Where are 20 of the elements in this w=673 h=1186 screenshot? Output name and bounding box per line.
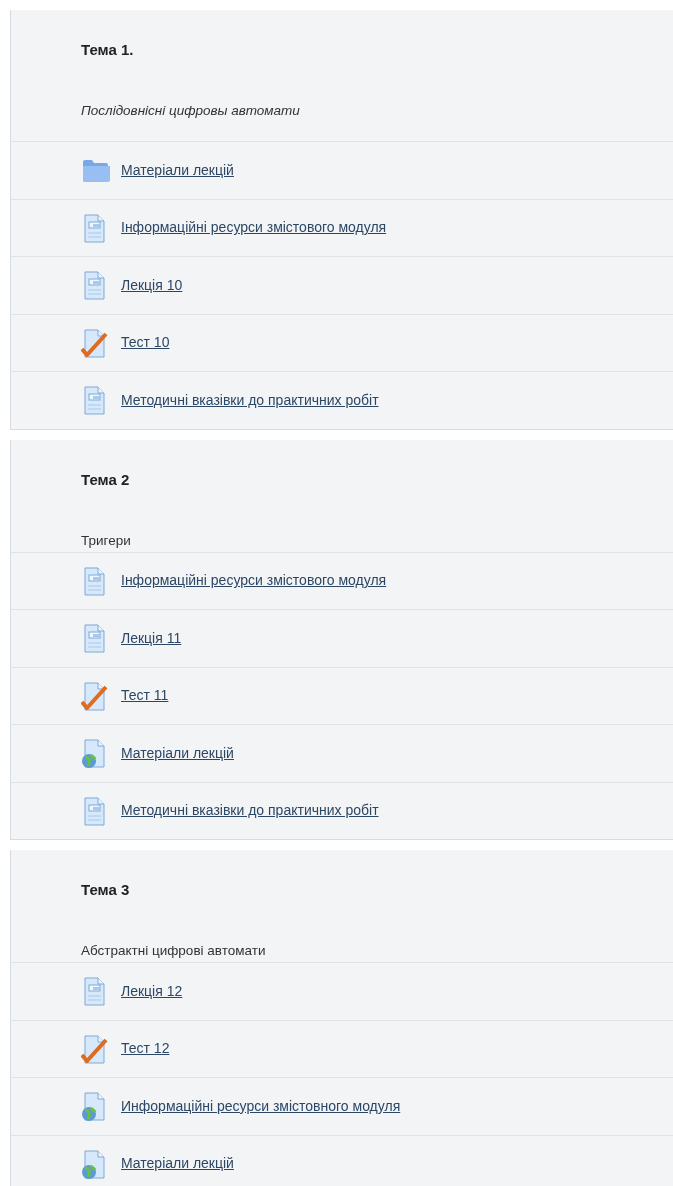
activity-link[interactable]: Лекція 11: [121, 627, 182, 649]
activity-link[interactable]: Лекція 12: [121, 980, 183, 1002]
activity-link[interactable]: Тест 10: [121, 332, 170, 354]
activity-link[interactable]: Матеріали лекцій: [121, 1153, 234, 1175]
activity-link[interactable]: Інформаційні ресурси змістового модуля: [121, 217, 387, 239]
activity-link[interactable]: Информаційні ресурси змістовного модуля: [121, 1095, 401, 1117]
section-title: Тема 1.: [81, 40, 134, 60]
section-summary: Тригери: [81, 531, 131, 549]
activity-link[interactable]: Лекція 10: [121, 274, 183, 296]
section-title: Тема 2: [81, 469, 130, 490]
section-summary: Абстрактні цифрові автомати: [81, 942, 266, 959]
activity-link[interactable]: Матеріали лекцій: [121, 742, 234, 764]
activity-link[interactable]: Методичні вказівки до практичних робіт: [121, 800, 379, 822]
activity-link[interactable]: Методичні вказівки до практичних робіт: [121, 389, 379, 411]
section-title: Тема 3: [81, 880, 130, 900]
activity-link[interactable]: Тест 12: [121, 1038, 170, 1060]
activity-link[interactable]: Матеріали лекцій: [121, 159, 234, 181]
activity-link[interactable]: Тест 11: [121, 685, 169, 707]
activity-link[interactable]: Інформаційні ресурси змістового модуля: [121, 570, 387, 592]
section-summary: Послідовнісні цифровы автомати: [81, 102, 300, 119]
